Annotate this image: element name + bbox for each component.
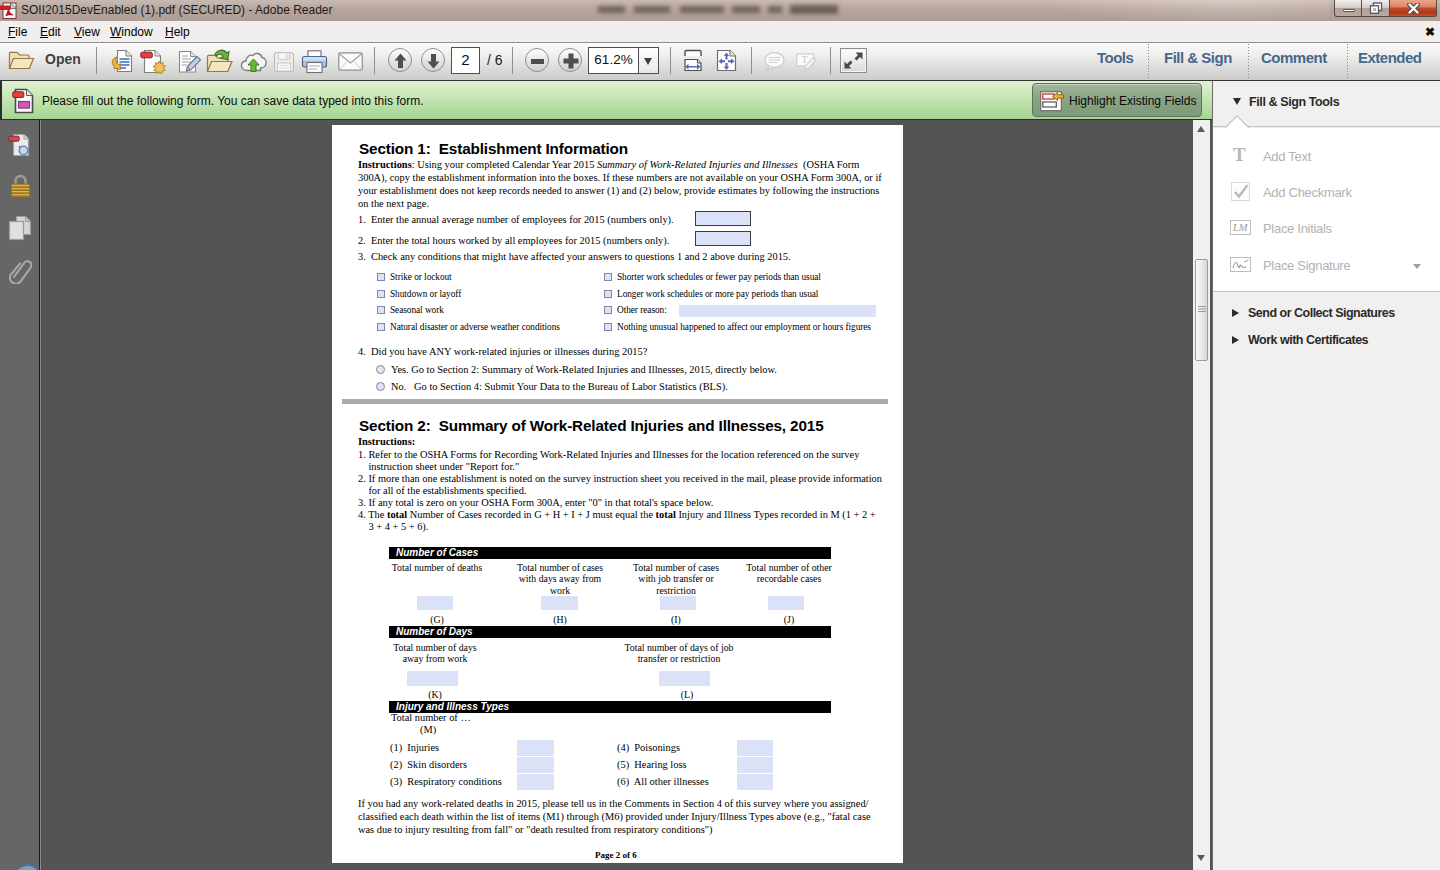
svg-text:T: T <box>802 54 808 65</box>
